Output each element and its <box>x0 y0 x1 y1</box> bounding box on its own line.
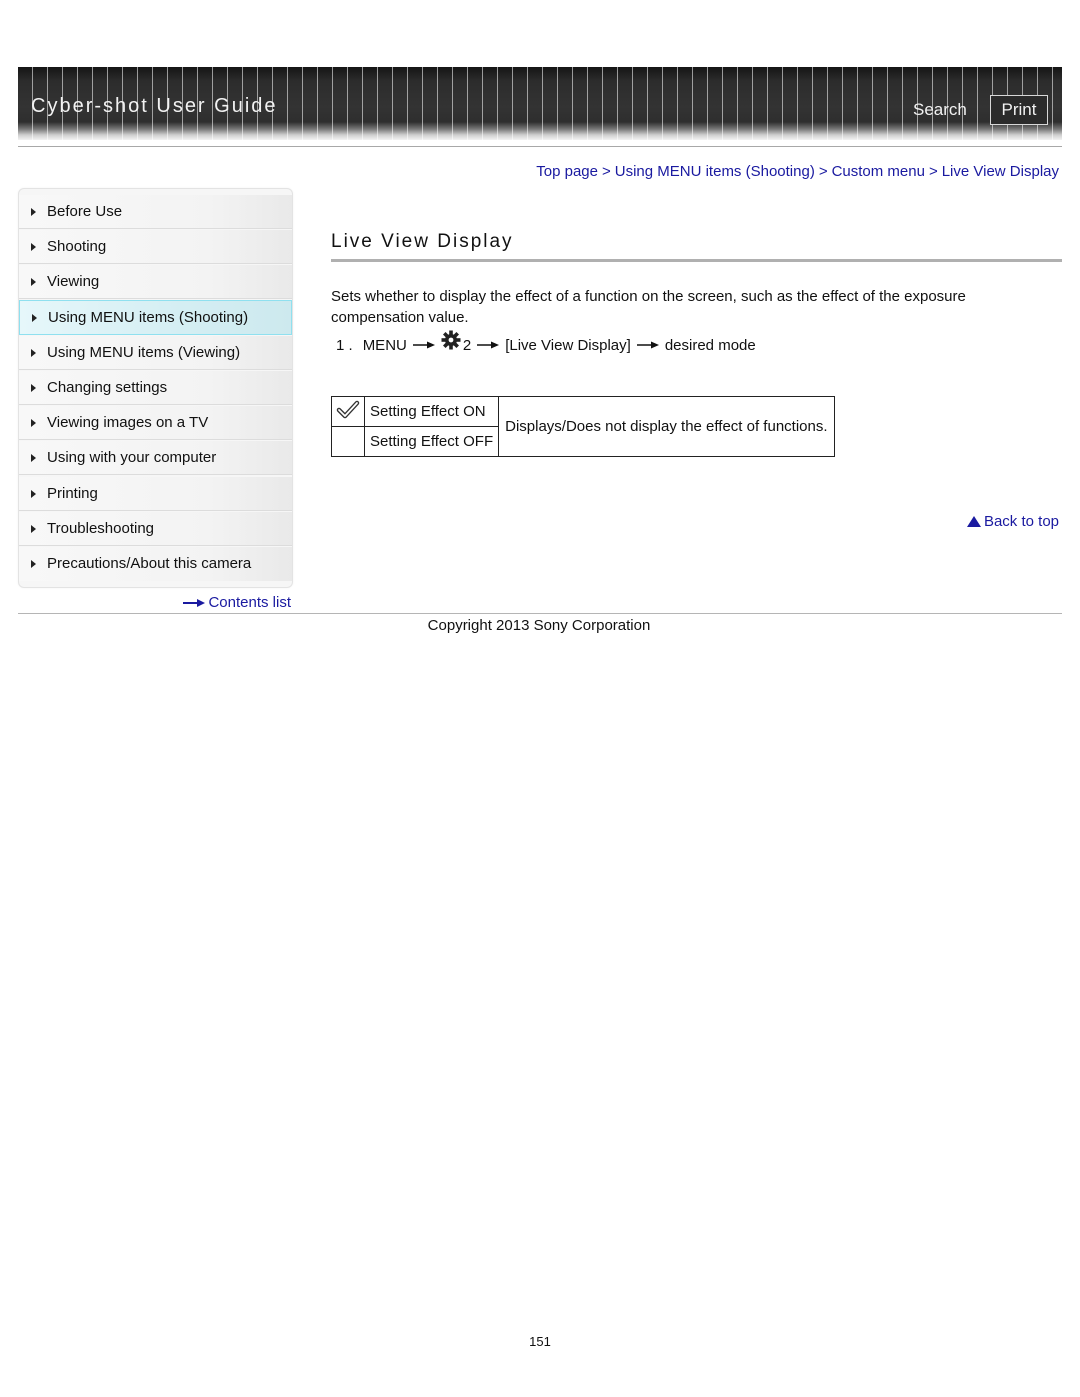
settings-table: Setting Effect ON Displays/Does not disp… <box>331 396 835 457</box>
sidebar-item-label: Using MENU items (Viewing) <box>47 344 241 361</box>
sidebar-item-label: Precautions/About this camera <box>47 555 252 572</box>
triangle-right-icon <box>31 490 36 498</box>
triangle-right-icon <box>31 278 36 286</box>
breadcrumb-separator: > <box>601 163 611 180</box>
triangle-right-icon <box>31 525 36 533</box>
page-title: Live View Display <box>331 231 514 252</box>
arrow-right-icon <box>636 337 659 354</box>
step-target: desired mode <box>664 337 756 354</box>
table-row: Setting Effect ON Displays/Does not disp… <box>331 396 835 457</box>
triangle-right-icon <box>31 349 36 357</box>
step-number: 1 . <box>336 337 353 354</box>
app-title: Cyber-shot User Guide <box>31 95 278 117</box>
back-to-top-link[interactable]: Back to top <box>966 513 1059 530</box>
print-button[interactable]: Print <box>990 95 1048 125</box>
sidebar-item-label: Before Use <box>47 203 123 220</box>
setting-name: Setting Effect OFF <box>363 426 500 457</box>
triangle-up-icon <box>966 516 981 527</box>
arrow-right-icon <box>477 337 500 354</box>
step-tab-number: 2 <box>462 337 472 354</box>
sidebar-item-changing-settings[interactable]: Changing settings <box>19 371 292 405</box>
header-banner: Cyber-shot User Guide Search Print <box>18 67 1062 140</box>
sidebar-item-label: Printing <box>47 485 98 502</box>
contents-list-label: Contents list <box>208 594 291 611</box>
setting-description: Displays/Does not display the effect of … <box>498 396 835 457</box>
sidebar-item-label: Changing settings <box>47 379 168 396</box>
gear-icon <box>441 330 461 354</box>
triangle-right-icon <box>31 384 36 392</box>
footer-divider <box>18 613 1062 614</box>
breadcrumb-top-page[interactable]: Top page <box>536 163 598 180</box>
page-description: Sets whether to display the effect of a … <box>331 288 966 326</box>
triangle-right-icon <box>31 560 36 568</box>
breadcrumb-custom-menu[interactable]: Custom menu <box>832 163 925 180</box>
sidebar-item-viewing-on-tv[interactable]: Viewing images on a TV <box>19 406 292 440</box>
setting-icon-cell <box>331 426 365 457</box>
header-divider <box>18 146 1062 147</box>
sidebar-item-label: Viewing images on a TV <box>47 414 209 431</box>
step-menu: MENU <box>362 337 407 354</box>
triangle-right-icon <box>31 419 36 427</box>
sidebar-item-printing[interactable]: Printing <box>19 477 292 511</box>
triangle-right-icon <box>31 243 36 251</box>
sidebar-item-before-use[interactable]: Before Use <box>19 195 292 229</box>
sidebar-item-precautions[interactable]: Precautions/About this camera <box>19 547 292 581</box>
sidebar-item-viewing[interactable]: Viewing <box>19 265 292 299</box>
triangle-right-icon <box>32 314 37 322</box>
sidebar-nav: Before Use Shooting Viewing Using MENU i… <box>18 188 293 588</box>
contents-list-link[interactable]: Contents list <box>183 594 291 612</box>
sidebar-item-using-with-computer[interactable]: Using with your computer <box>19 441 292 475</box>
sidebar-item-using-menu-shooting[interactable]: Using MENU items (Shooting) <box>19 300 292 335</box>
breadcrumb-separator: > <box>928 163 938 180</box>
step-item: [Live View Display] <box>505 337 631 354</box>
triangle-right-icon <box>31 208 36 216</box>
setting-icon-cell <box>331 396 365 427</box>
sidebar-item-label: Using MENU items (Shooting) <box>48 309 249 326</box>
search-link[interactable]: Search <box>913 100 967 120</box>
sidebar-item-using-menu-viewing[interactable]: Using MENU items (Viewing) <box>19 336 292 370</box>
breadcrumb-live-view-display[interactable]: Live View Display <box>942 163 1059 180</box>
page-number: 151 <box>529 1334 551 1349</box>
breadcrumb-using-menu-shooting[interactable]: Using MENU items (Shooting) <box>615 163 815 180</box>
breadcrumb: Top page > Using MENU items (Shooting) > Cus… <box>536 163 1059 180</box>
sidebar-item-label: Shooting <box>47 238 107 255</box>
arrow-right-icon <box>412 337 435 354</box>
sidebar-item-label: Using with your computer <box>47 449 217 466</box>
triangle-right-icon <box>31 454 36 462</box>
copyright-text: Copyright 2013 Sony Corporation <box>427 617 651 634</box>
title-divider <box>331 259 1062 262</box>
sidebar-item-label: Viewing <box>47 273 100 290</box>
sidebar-item-label: Troubleshooting <box>47 520 155 537</box>
breadcrumb-separator: > <box>818 163 828 180</box>
arrow-right-icon <box>183 595 206 612</box>
sidebar-item-troubleshooting[interactable]: Troubleshooting <box>19 512 292 546</box>
checkmark-icon <box>336 400 360 424</box>
procedure-step: 1 . MENU 2 [Live View Display] desired m… <box>336 330 756 354</box>
back-to-top-label: Back to top <box>983 513 1059 530</box>
sidebar-item-shooting[interactable]: Shooting <box>19 230 292 264</box>
setting-name: Setting Effect ON <box>363 396 500 427</box>
